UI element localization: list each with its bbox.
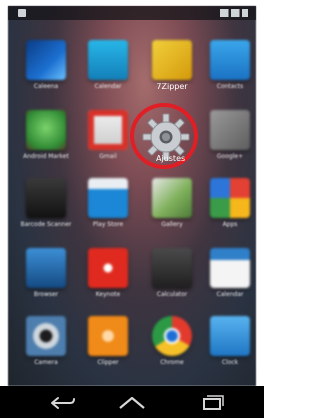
app-r3c3[interactable]: Gallery bbox=[146, 178, 198, 229]
app-label: Android Market bbox=[23, 153, 69, 160]
contacts-icon bbox=[210, 40, 250, 80]
c-letter-icon bbox=[88, 316, 128, 356]
app-label: Apps bbox=[222, 221, 238, 228]
app-r1c4[interactable]: Contacts bbox=[204, 40, 256, 91]
barcode-icon bbox=[26, 178, 66, 218]
status-bar bbox=[8, 6, 256, 20]
calculator-icon bbox=[152, 248, 192, 288]
app-label: Contacts bbox=[216, 83, 244, 90]
app-label: Google+ bbox=[216, 153, 244, 160]
browser-icon bbox=[26, 248, 66, 288]
calendar-31-icon bbox=[210, 248, 250, 288]
app-label: Calendar bbox=[94, 83, 122, 90]
app-label: Caleena bbox=[33, 83, 59, 90]
app-r2c4[interactable]: Google+ bbox=[204, 110, 256, 161]
app-label: Camera bbox=[34, 359, 58, 366]
app-label: Calculator bbox=[156, 291, 188, 298]
app-r4c4[interactable]: Calendar bbox=[204, 248, 256, 299]
photo-icon bbox=[26, 40, 66, 80]
app-r1c2[interactable]: Calendar bbox=[82, 40, 134, 91]
app-r5c1[interactable]: Camera bbox=[20, 316, 72, 367]
app-label: Calendar bbox=[216, 291, 244, 298]
app-r5c2[interactable]: Clipper bbox=[82, 316, 134, 367]
app-r3c2[interactable]: Play Store bbox=[82, 178, 134, 229]
app-label: Gmail bbox=[99, 153, 117, 160]
app-r2c1[interactable]: Android Market bbox=[20, 110, 72, 161]
grid-icon bbox=[210, 110, 250, 150]
chrome-icon bbox=[152, 316, 192, 356]
app-label: Keynote bbox=[95, 291, 121, 298]
phone-screen: Caleena Calendar 7Zipper Contacts Androi… bbox=[0, 0, 264, 418]
settings-label: Ajustes bbox=[156, 154, 186, 163]
app-label: Gallery bbox=[161, 221, 183, 228]
apps-icon bbox=[210, 178, 250, 218]
app-label: Play Store bbox=[92, 221, 124, 228]
back-button[interactable] bbox=[42, 392, 82, 414]
notification-icon bbox=[18, 9, 26, 17]
app-label: Chrome bbox=[160, 359, 184, 366]
store-icon bbox=[88, 178, 128, 218]
app-r1c3[interactable]: 7Zipper bbox=[146, 40, 198, 91]
app-r5c3[interactable]: Chrome bbox=[146, 316, 198, 367]
keynote-icon bbox=[88, 248, 128, 288]
home-button[interactable] bbox=[112, 392, 152, 414]
app-label: 7Zipper bbox=[156, 82, 188, 91]
app-label: Browser bbox=[33, 291, 59, 298]
app-r5c4[interactable]: Clock bbox=[204, 316, 256, 367]
app-label: Clock bbox=[221, 359, 239, 366]
app-label: Barcode Scanner bbox=[20, 221, 72, 228]
gmail-icon bbox=[88, 110, 128, 150]
calendar-4-icon bbox=[88, 40, 128, 80]
recent-apps-icon bbox=[203, 395, 224, 410]
navigation-bar bbox=[0, 386, 264, 418]
app-r4c3[interactable]: Calculator bbox=[146, 248, 198, 299]
app-r4c1[interactable]: Browser bbox=[20, 248, 72, 299]
camera-icon bbox=[26, 316, 66, 356]
app-r2c2[interactable]: Gmail bbox=[82, 110, 134, 161]
clock-icon bbox=[210, 316, 250, 356]
android-icon bbox=[26, 110, 66, 150]
recent-apps-button[interactable] bbox=[192, 392, 232, 414]
app-r1c1[interactable]: Caleena bbox=[20, 40, 72, 91]
app-label: Clipper bbox=[97, 359, 119, 366]
app-r3c4[interactable]: Apps bbox=[204, 178, 256, 229]
home-icon bbox=[119, 396, 145, 409]
app-r3c1[interactable]: Barcode Scanner bbox=[20, 178, 72, 229]
status-icons bbox=[220, 9, 248, 17]
gallery-icon bbox=[152, 178, 192, 218]
folder-icon bbox=[152, 40, 192, 80]
app-r4c2[interactable]: Keynote bbox=[82, 248, 134, 299]
back-icon bbox=[51, 397, 75, 409]
